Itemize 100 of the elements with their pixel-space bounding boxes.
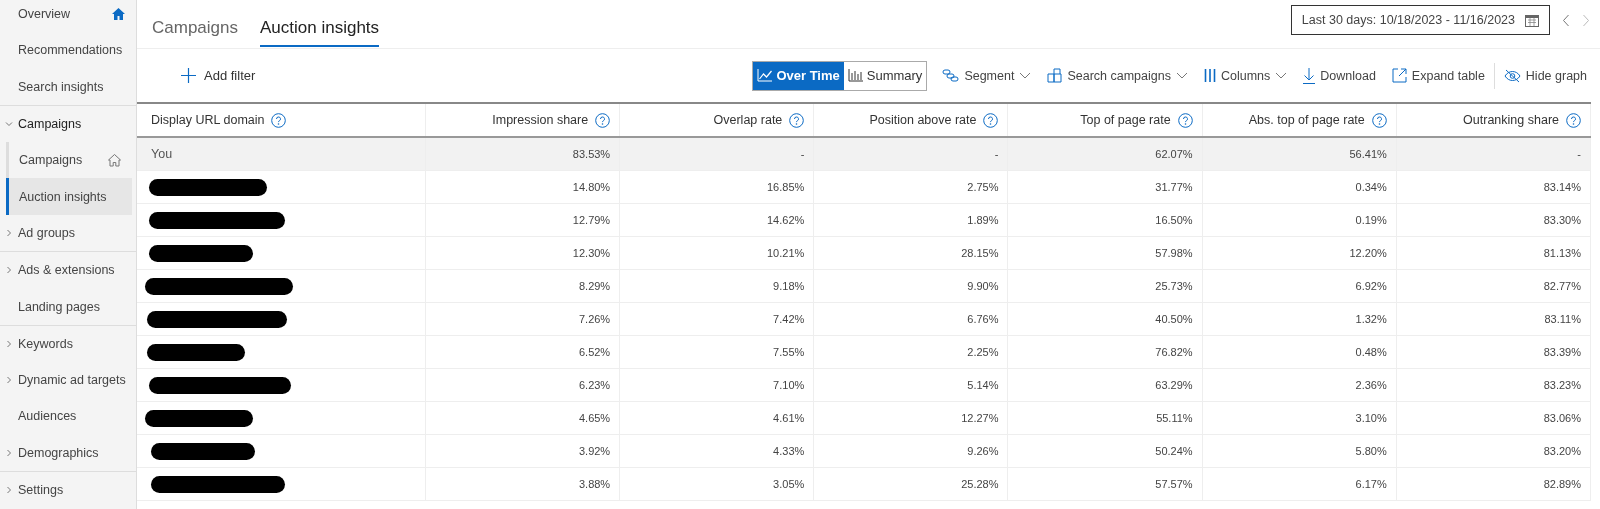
table-cell: 76.82% xyxy=(1007,335,1203,369)
table-cell: 9.90% xyxy=(813,269,1008,303)
table-cell: 2.25% xyxy=(813,335,1008,369)
toolbar-button[interactable]: Expand table xyxy=(1384,61,1492,90)
hide-graph-button[interactable]: Hide graph xyxy=(1496,61,1594,90)
sidebar-item[interactable]: Landing pages xyxy=(0,288,136,325)
sidebar-item[interactable]: Search insights xyxy=(0,68,136,105)
help-icon xyxy=(1371,112,1387,128)
grid-icon xyxy=(1047,68,1063,83)
date-range-text: Last 30 days: 10/18/2023 - 11/16/2023 xyxy=(1301,13,1515,27)
table-cell: 50.24% xyxy=(1007,434,1203,468)
table-cell: 6.23% xyxy=(425,368,620,402)
toolbar-button[interactable]: Search campaigns xyxy=(1040,61,1195,90)
sidebar-item[interactable]: Campaigns xyxy=(9,142,132,179)
sidebar-item[interactable]: Recommendations xyxy=(0,32,136,69)
add-filter-button[interactable]: Add filter xyxy=(175,67,262,84)
table-cell: - xyxy=(1396,137,1591,171)
chevron-down-icon xyxy=(1275,72,1288,79)
table-cell: 28.15% xyxy=(813,236,1008,270)
table-cell: 2.36% xyxy=(1202,368,1397,402)
table-cell: 7.42% xyxy=(619,302,814,336)
table-cell: 3.05% xyxy=(619,467,814,501)
table-cell: 56.41% xyxy=(1202,137,1397,171)
help-icon xyxy=(271,112,287,128)
table-cell: - xyxy=(813,137,1008,171)
table-cell: 8.29% xyxy=(425,269,620,303)
table-cell: 7.26% xyxy=(425,302,620,336)
sidebar-item[interactable]: Dynamic ad targets xyxy=(0,361,136,399)
table-cell: - xyxy=(619,137,814,171)
table-cell: 25.28% xyxy=(813,467,1008,501)
table-cell: 5.14% xyxy=(813,368,1008,402)
tab[interactable]: Auction insights xyxy=(260,0,380,47)
eye-slash-icon xyxy=(1503,68,1521,83)
bar-chart-icon xyxy=(847,69,863,82)
plus-icon xyxy=(181,68,196,83)
table-cell: 57.57% xyxy=(1007,467,1203,501)
tab[interactable]: Campaigns xyxy=(152,0,238,47)
table-cell: 57.98% xyxy=(1007,236,1203,270)
table-cell: 83.23% xyxy=(1396,368,1591,402)
sidebar-item[interactable]: Keywords xyxy=(0,325,136,362)
table-cell: 40.50% xyxy=(1007,302,1203,336)
table-cell: 83.30% xyxy=(1396,203,1591,237)
table-cell: 3.88% xyxy=(425,467,620,501)
table-cell: 82.77% xyxy=(1396,269,1591,303)
line-chart-icon xyxy=(757,69,773,82)
next-icon[interactable] xyxy=(1582,13,1590,27)
toolbar-button[interactable]: Segment xyxy=(935,61,1039,90)
segment-icon xyxy=(942,69,960,82)
table-cell: 82.89% xyxy=(1396,467,1591,501)
table-cell: 0.34% xyxy=(1202,170,1397,204)
table-cell: 7.10% xyxy=(619,368,814,402)
chevron-down-icon xyxy=(1019,72,1032,79)
table-cell: 83.11% xyxy=(1396,302,1591,336)
table-cell: 14.80% xyxy=(425,170,620,204)
table-cell: 1.32% xyxy=(1202,302,1397,336)
table-cell: You xyxy=(137,137,426,171)
home-icon xyxy=(111,7,126,22)
calendar-icon xyxy=(1525,13,1539,27)
table-cell: 83.39% xyxy=(1396,335,1591,369)
table-cell: 6.52% xyxy=(425,335,620,369)
sidebar-item[interactable]: Overview xyxy=(0,0,136,33)
home-icon xyxy=(107,153,122,168)
table-cell: 0.48% xyxy=(1202,335,1397,369)
table-cell: 3.10% xyxy=(1202,401,1397,435)
download-icon xyxy=(1303,67,1316,84)
sidebar-item[interactable]: Demographics xyxy=(0,434,136,471)
table-cell: 0.19% xyxy=(1202,203,1397,237)
table-cell: 12.20% xyxy=(1202,236,1397,270)
table-cell: 2.75% xyxy=(813,170,1008,204)
table-cell: 6.76% xyxy=(813,302,1008,336)
previous-icon[interactable] xyxy=(1562,13,1570,27)
chevron-down-icon xyxy=(1175,72,1188,79)
table-cell: 7.55% xyxy=(619,335,814,369)
sidebar-item[interactable]: Campaigns xyxy=(0,105,136,143)
table-cell: 83.06% xyxy=(1396,401,1591,435)
table-cell: 4.65% xyxy=(425,401,620,435)
sidebar-item[interactable]: Ad groups xyxy=(0,214,136,252)
view-toggle-button[interactable]: Over Time xyxy=(753,61,844,90)
table-cell: 83.53% xyxy=(425,137,620,171)
table-cell: 12.79% xyxy=(425,203,620,237)
toolbar-button[interactable]: Download xyxy=(1296,61,1383,90)
table-cell: 3.92% xyxy=(425,434,620,468)
table-cell: 12.30% xyxy=(425,236,620,270)
sidebar-item[interactable]: Settings xyxy=(0,471,136,509)
help-icon xyxy=(789,112,805,128)
sidebar-item[interactable]: Ads & extensions xyxy=(0,252,136,289)
table-cell: 6.17% xyxy=(1202,467,1397,501)
table-cell: 62.07% xyxy=(1007,137,1203,171)
table-cell: 16.50% xyxy=(1007,203,1203,237)
date-range-picker[interactable]: Last 30 days: 10/18/2023 - 11/16/2023 xyxy=(1290,5,1550,35)
table-cell: 31.77% xyxy=(1007,170,1203,204)
table-cell: 63.29% xyxy=(1007,368,1203,402)
sidebar-item[interactable]: Audiences xyxy=(0,398,136,435)
help-icon xyxy=(1566,112,1581,128)
table-cell: 25.73% xyxy=(1007,269,1203,303)
expand-icon xyxy=(1391,68,1407,83)
sidebar-item[interactable]: Auction insights xyxy=(6,178,132,215)
columns-icon xyxy=(1203,69,1216,82)
table-cell: 9.26% xyxy=(813,434,1008,468)
toolbar-button[interactable]: Columns xyxy=(1196,61,1295,90)
